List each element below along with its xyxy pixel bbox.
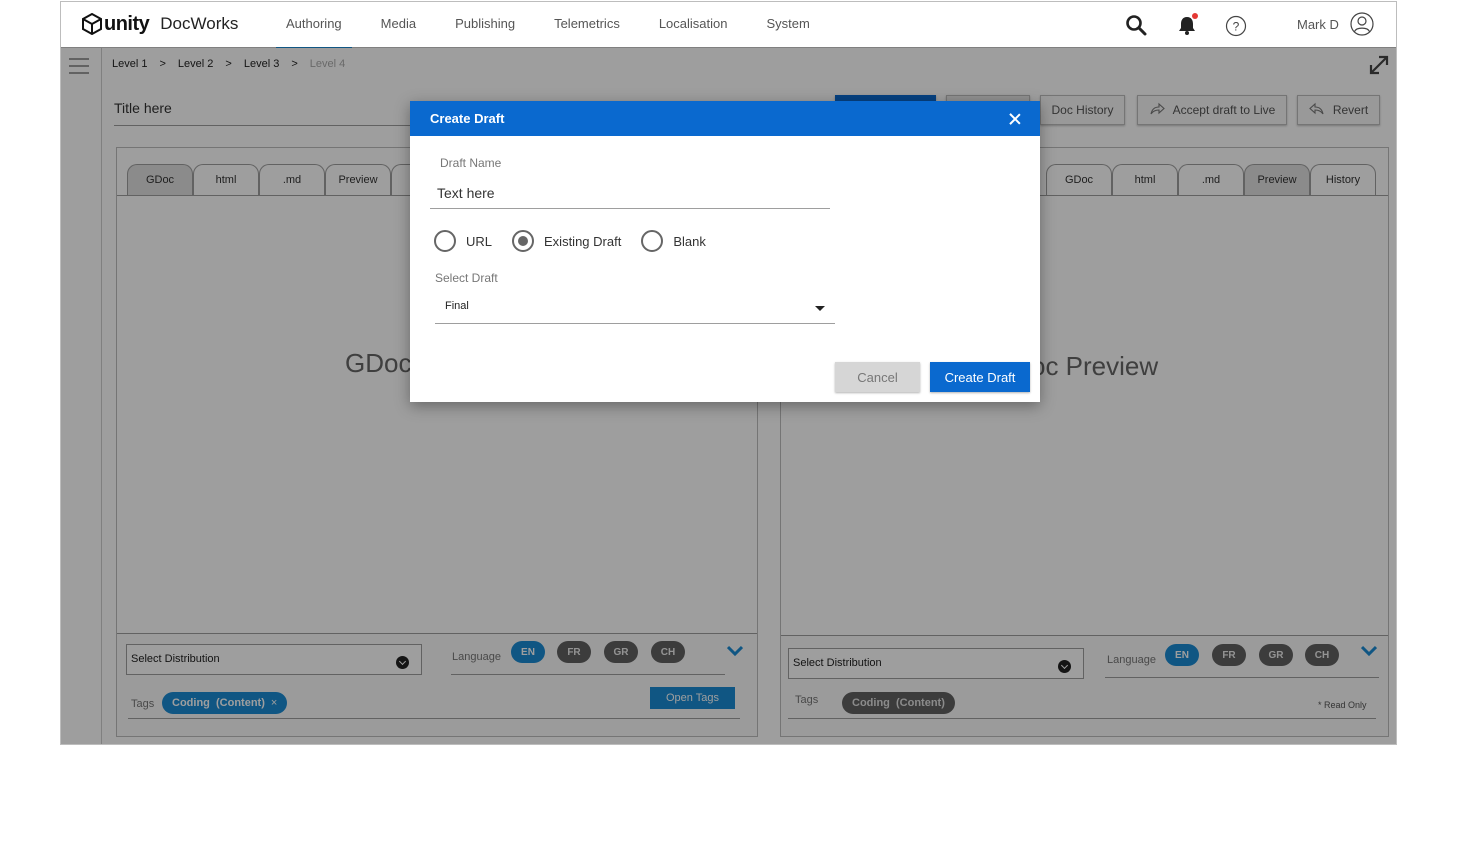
nav-tab-localisation[interactable]: Localisation	[649, 2, 738, 48]
radio-existing-draft[interactable]: Existing Draft	[512, 230, 621, 252]
main-nav-tabs: Authoring Media Publishing Telemetrics L…	[276, 2, 839, 49]
bell-icon[interactable]	[1176, 13, 1198, 36]
top-nav: unity DocWorks Authoring Media Publishin…	[61, 2, 1396, 49]
select-draft-dropdown[interactable]: Final	[435, 294, 835, 324]
dialog-title: Create Draft	[430, 111, 505, 126]
nav-tab-authoring[interactable]: Authoring	[276, 2, 352, 49]
create-draft-dialog: Create Draft Draft Name URL Existing Dra…	[410, 101, 1040, 402]
select-draft-value: Final	[445, 300, 469, 312]
search-icon[interactable]	[1125, 14, 1147, 36]
nav-tab-system[interactable]: System	[756, 2, 819, 48]
draft-name-input[interactable]	[430, 181, 830, 209]
user-icon[interactable]	[1350, 12, 1374, 36]
radio-existing-draft-label: Existing Draft	[544, 233, 622, 249]
help-icon[interactable]: ?	[1225, 15, 1247, 37]
nav-tab-media[interactable]: Media	[371, 2, 426, 48]
dialog-header: Create Draft	[410, 101, 1040, 136]
user-name[interactable]: Mark D	[1297, 17, 1339, 32]
draft-source-radio-group: URL Existing Draft Blank	[434, 230, 726, 252]
radio-circle	[434, 230, 456, 252]
cancel-button[interactable]: Cancel	[835, 362, 920, 392]
radio-circle-selected	[512, 230, 535, 252]
svg-text:?: ?	[1233, 20, 1240, 34]
radio-url-label: URL	[466, 233, 493, 249]
radio-blank-label: Blank	[673, 233, 706, 249]
close-icon[interactable]	[1008, 112, 1022, 126]
product-name: DocWorks	[160, 14, 239, 33]
nav-tab-publishing[interactable]: Publishing	[445, 2, 525, 48]
nav-tab-telemetrics[interactable]: Telemetrics	[544, 2, 630, 48]
radio-circle	[641, 230, 664, 252]
brand-name: unity	[104, 12, 150, 35]
draft-name-label: Draft Name	[440, 156, 502, 170]
unity-logo-icon	[81, 13, 103, 35]
select-draft-label: Select Draft	[435, 271, 498, 285]
create-draft-button[interactable]: Create Draft	[930, 362, 1030, 392]
logo[interactable]: unity DocWorks	[81, 11, 238, 37]
notification-dot	[1192, 13, 1198, 19]
radio-url[interactable]: URL	[434, 230, 492, 252]
radio-blank[interactable]: Blank	[641, 230, 706, 252]
caret-down-icon	[815, 306, 825, 311]
